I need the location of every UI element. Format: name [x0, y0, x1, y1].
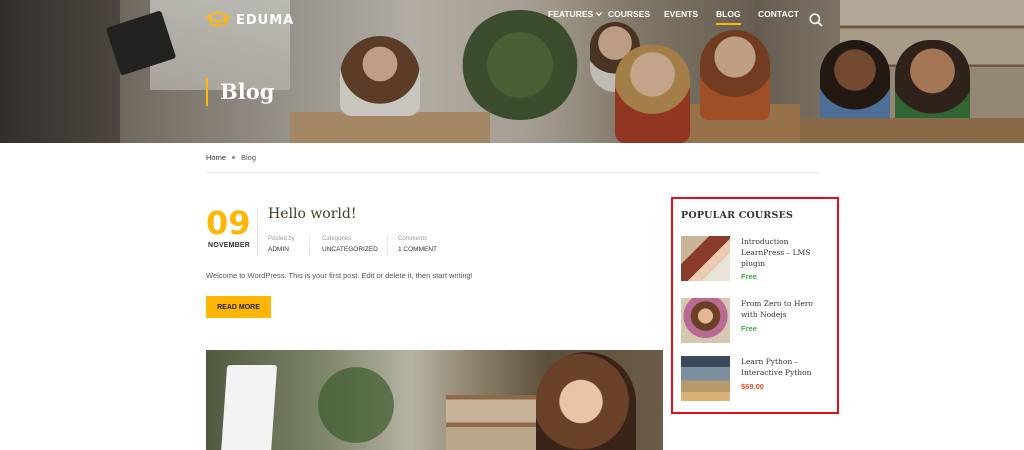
image-student — [536, 352, 636, 450]
course-name[interactable]: Learn Python – Interactive Python — [741, 356, 829, 378]
course-item: Introduction LearnPress – LMS plugin Fre… — [681, 236, 831, 282]
popular-courses-widget: POPULAR COURSES Introduction LearnPress … — [671, 197, 839, 414]
page-title: Blog — [220, 79, 275, 104]
image-plant — [296, 360, 416, 450]
post-author: Posted by ADMIN — [268, 236, 295, 253]
divider — [206, 172, 820, 173]
read-more-button[interactable]: READ MORE — [206, 296, 271, 318]
course-item: From Zero to Hero with Nodejs Free — [681, 298, 831, 344]
image-shelf — [446, 395, 546, 450]
image-monitor — [220, 365, 278, 450]
course-item: Learn Python – Interactive Python $69.00 — [681, 356, 831, 402]
course-thumbnail[interactable] — [681, 298, 730, 343]
nav-item-events[interactable]: EVENTS — [664, 9, 698, 19]
date-divider — [257, 208, 258, 256]
course-thumbnail[interactable] — [681, 356, 730, 401]
course-price: Free — [741, 324, 757, 333]
hero-title-wrap: Blog — [206, 78, 274, 106]
post-date-day: 09 — [206, 204, 251, 242]
post-comments: Comments 1 COMMENT — [398, 236, 437, 253]
breadcrumb-current: Blog — [241, 153, 257, 162]
post-categories: Categories UNCATEGORIZED — [322, 236, 378, 253]
hero-overlay — [0, 0, 1024, 143]
nav-item-blog[interactable]: BLOG — [716, 9, 741, 25]
course-name[interactable]: From Zero to Hero with Nodejs — [741, 298, 829, 320]
post-featured-image[interactable] — [206, 350, 663, 450]
site-logo[interactable]: EDUMA — [206, 10, 294, 30]
nav-item-courses[interactable]: COURSES — [608, 9, 650, 19]
breadcrumb: Home Blog — [206, 153, 256, 162]
meta-value[interactable]: ADMIN — [268, 246, 295, 253]
breadcrumb-separator — [232, 156, 236, 159]
course-price: Free — [741, 272, 757, 281]
meta-separator — [387, 235, 388, 255]
search-icon[interactable] — [809, 13, 823, 27]
meta-label: Posted by — [268, 236, 295, 242]
meta-separator — [309, 235, 310, 255]
course-thumbnail[interactable] — [681, 236, 730, 281]
hero-banner — [0, 0, 1024, 143]
post-title[interactable]: Hello world! — [268, 206, 357, 222]
widget-title: POPULAR COURSES — [681, 210, 794, 221]
meta-value[interactable]: 1 COMMENT — [398, 246, 437, 253]
nav-item-features[interactable]: FEATURES — [548, 9, 603, 19]
graduation-cap-icon — [206, 11, 230, 27]
meta-label: Categories — [322, 236, 352, 242]
logo-text: EDUMA — [236, 12, 295, 28]
nav-item-label: FEATURES — [548, 9, 594, 19]
meta-label: Comments — [398, 236, 428, 242]
nav-item-contact[interactable]: CONTACT — [758, 9, 799, 19]
course-price: $69.00 — [741, 382, 764, 391]
course-name[interactable]: Introduction LearnPress – LMS plugin — [741, 236, 829, 269]
post-excerpt: Welcome to WordPress. This is your first… — [206, 271, 473, 280]
post-date-month: NOVEMBER — [208, 242, 251, 249]
breadcrumb-home[interactable]: Home — [206, 153, 226, 162]
chevron-down-icon — [596, 12, 603, 17]
meta-value[interactable]: UNCATEGORIZED — [322, 246, 378, 253]
